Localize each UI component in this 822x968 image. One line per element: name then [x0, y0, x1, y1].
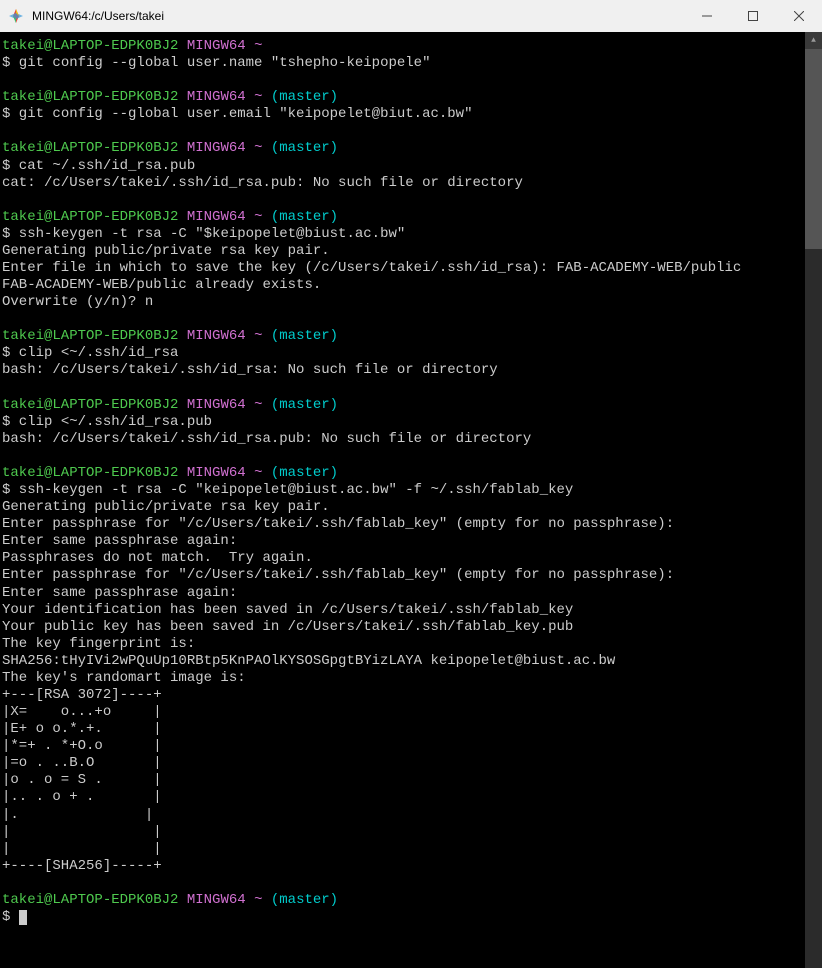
prompt-line: takei@LAPTOP-EDPK0BJ2 MINGW64 ~ (master) [2, 140, 803, 157]
scroll-up-arrow[interactable]: ▲ [805, 32, 822, 49]
blank-line [2, 380, 803, 397]
blank-line [2, 448, 803, 465]
command-line: $ git config --global user.name "tshepho… [2, 55, 803, 72]
output-line: | | [2, 824, 803, 841]
prompt-line: takei@LAPTOP-EDPK0BJ2 MINGW64 ~ (master) [2, 892, 803, 909]
output-line: FAB-ACADEMY-WEB/public already exists. [2, 277, 803, 294]
titlebar[interactable]: MINGW64:/c/Users/takei [0, 0, 822, 32]
output-line: bash: /c/Users/takei/.ssh/id_rsa.pub: No… [2, 431, 803, 448]
command-line: $ clip <~/.ssh/id_rsa [2, 345, 803, 362]
terminal-area[interactable]: takei@LAPTOP-EDPK0BJ2 MINGW64 ~$ git con… [0, 32, 805, 968]
output-line: +---[RSA 3072]----+ [2, 687, 803, 704]
output-line: Enter same passphrase again: [2, 533, 803, 550]
output-line: The key fingerprint is: [2, 636, 803, 653]
prompt-line: takei@LAPTOP-EDPK0BJ2 MINGW64 ~ (master) [2, 328, 803, 345]
output-line: |.. . o + . | [2, 789, 803, 806]
prompt-line: takei@LAPTOP-EDPK0BJ2 MINGW64 ~ (master) [2, 89, 803, 106]
output-line: |E+ o o.*.+. | [2, 721, 803, 738]
output-line: |X= o...+o | [2, 704, 803, 721]
command-line: $ ssh-keygen -t rsa -C "$keipopelet@bius… [2, 226, 803, 243]
command-line: $ cat ~/.ssh/id_rsa.pub [2, 158, 803, 175]
output-line: Generating public/private rsa key pair. [2, 499, 803, 516]
app-icon [8, 8, 24, 24]
output-line: Enter same passphrase again: [2, 585, 803, 602]
prompt-line: takei@LAPTOP-EDPK0BJ2 MINGW64 ~ (master) [2, 397, 803, 414]
output-line: | | [2, 841, 803, 858]
output-line: +----[SHA256]-----+ [2, 858, 803, 875]
command-line[interactable]: $ [2, 909, 803, 926]
output-line: Overwrite (y/n)? n [2, 294, 803, 311]
blank-line [2, 123, 803, 140]
cursor [19, 910, 27, 925]
output-line: Enter passphrase for "/c/Users/takei/.ss… [2, 567, 803, 584]
output-line: The key's randomart image is: [2, 670, 803, 687]
output-line: SHA256:tHyIVi2wPQuUp10RBtp5KnPAOlKYSOSGp… [2, 653, 803, 670]
maximize-button[interactable] [730, 0, 776, 32]
output-line: cat: /c/Users/takei/.ssh/id_rsa.pub: No … [2, 175, 803, 192]
blank-line [2, 192, 803, 209]
output-line: bash: /c/Users/takei/.ssh/id_rsa: No suc… [2, 362, 803, 379]
window-controls [684, 0, 822, 32]
prompt-line: takei@LAPTOP-EDPK0BJ2 MINGW64 ~ (master) [2, 465, 803, 482]
output-line: |*=+ . *+O.o | [2, 738, 803, 755]
scroll-thumb[interactable] [805, 49, 822, 249]
command-line: $ git config --global user.email "keipop… [2, 106, 803, 123]
output-line: |. | [2, 807, 803, 824]
blank-line [2, 311, 803, 328]
blank-line [2, 72, 803, 89]
blank-line [2, 875, 803, 892]
output-line: Your public key has been saved in /c/Use… [2, 619, 803, 636]
scrollbar[interactable]: ▲ [805, 32, 822, 968]
window-title: MINGW64:/c/Users/takei [32, 9, 684, 23]
prompt-line: takei@LAPTOP-EDPK0BJ2 MINGW64 ~ [2, 38, 803, 55]
output-line: Generating public/private rsa key pair. [2, 243, 803, 260]
output-line: |=o . ..B.O | [2, 755, 803, 772]
prompt-line: takei@LAPTOP-EDPK0BJ2 MINGW64 ~ (master) [2, 209, 803, 226]
output-line: |o . o = S . | [2, 772, 803, 789]
output-line: Your identification has been saved in /c… [2, 602, 803, 619]
command-line: $ ssh-keygen -t rsa -C "keipopelet@biust… [2, 482, 803, 499]
command-line: $ clip <~/.ssh/id_rsa.pub [2, 414, 803, 431]
close-button[interactable] [776, 0, 822, 32]
output-line: Enter passphrase for "/c/Users/takei/.ss… [2, 516, 803, 533]
output-line: Passphrases do not match. Try again. [2, 550, 803, 567]
minimize-button[interactable] [684, 0, 730, 32]
output-line: Enter file in which to save the key (/c/… [2, 260, 803, 277]
